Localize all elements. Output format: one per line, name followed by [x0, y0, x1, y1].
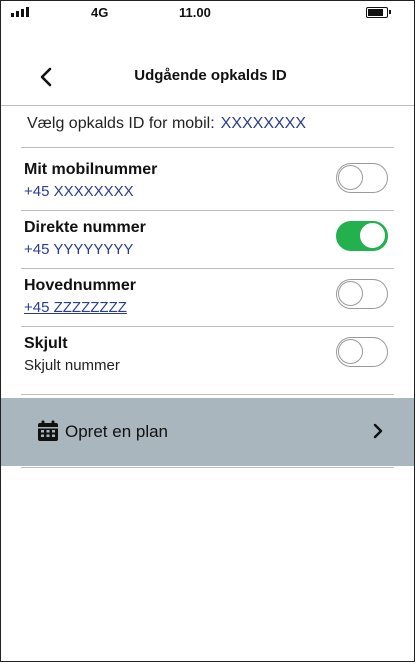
caller-id-label: Vælg opkalds ID for mobil:	[27, 115, 215, 132]
network-type: 4G	[91, 5, 109, 20]
option-number: +45 YYYYYYYY	[24, 241, 134, 258]
caller-id-summary: Vælg opkalds ID for mobil: XXXXXXXX	[27, 115, 306, 133]
toggle-knob	[338, 339, 363, 364]
toggle-knob	[338, 281, 363, 306]
option-title: Hovednummer	[24, 277, 137, 294]
nav-header: Udgående opkalds ID	[1, 53, 414, 101]
option-number: +45 ZZZZZZZZ	[24, 299, 127, 316]
option-title: Direkte nummer	[24, 219, 146, 236]
toggle-mobile[interactable]	[336, 163, 388, 193]
caller-id-value: XXXXXXXX	[220, 115, 307, 132]
toggle-knob	[360, 223, 385, 248]
divider	[21, 394, 394, 395]
create-plan-button[interactable]: Opret en plan	[1, 398, 414, 466]
create-plan-label: Opret en plan	[65, 422, 169, 441]
option-row-hidden[interactable]: Skjult Skjult nummer	[1, 325, 414, 387]
toggle-knob	[338, 165, 363, 190]
phone-screen: 4G 11.00 Udgående opkalds ID Vælg opkald…	[0, 0, 415, 662]
divider	[21, 467, 394, 468]
option-row-mobile[interactable]: Mit mobilnummer +45 XXXXXXXX	[1, 151, 414, 213]
toggle-main[interactable]	[336, 279, 388, 309]
divider	[21, 147, 394, 148]
option-row-main[interactable]: Hovednummer +45 ZZZZZZZZ	[1, 267, 414, 329]
signal-icon	[11, 7, 29, 17]
option-title: Skjult	[24, 335, 68, 352]
option-row-direct[interactable]: Direkte nummer +45 YYYYYYYY	[1, 209, 414, 271]
option-number: +45 XXXXXXXX	[24, 183, 134, 200]
status-bar: 4G 11.00	[1, 1, 414, 27]
page-title: Udgående opkalds ID	[134, 67, 287, 84]
toggle-hidden[interactable]	[336, 337, 388, 367]
option-number: Skjult nummer	[24, 357, 120, 374]
toggle-direct[interactable]	[336, 221, 388, 251]
chevron-right-icon	[373, 423, 383, 439]
option-title: Mit mobilnummer	[24, 161, 158, 178]
status-time: 11.00	[179, 5, 211, 20]
divider	[1, 105, 414, 106]
battery-icon	[366, 7, 391, 18]
calendar-icon	[38, 420, 58, 441]
